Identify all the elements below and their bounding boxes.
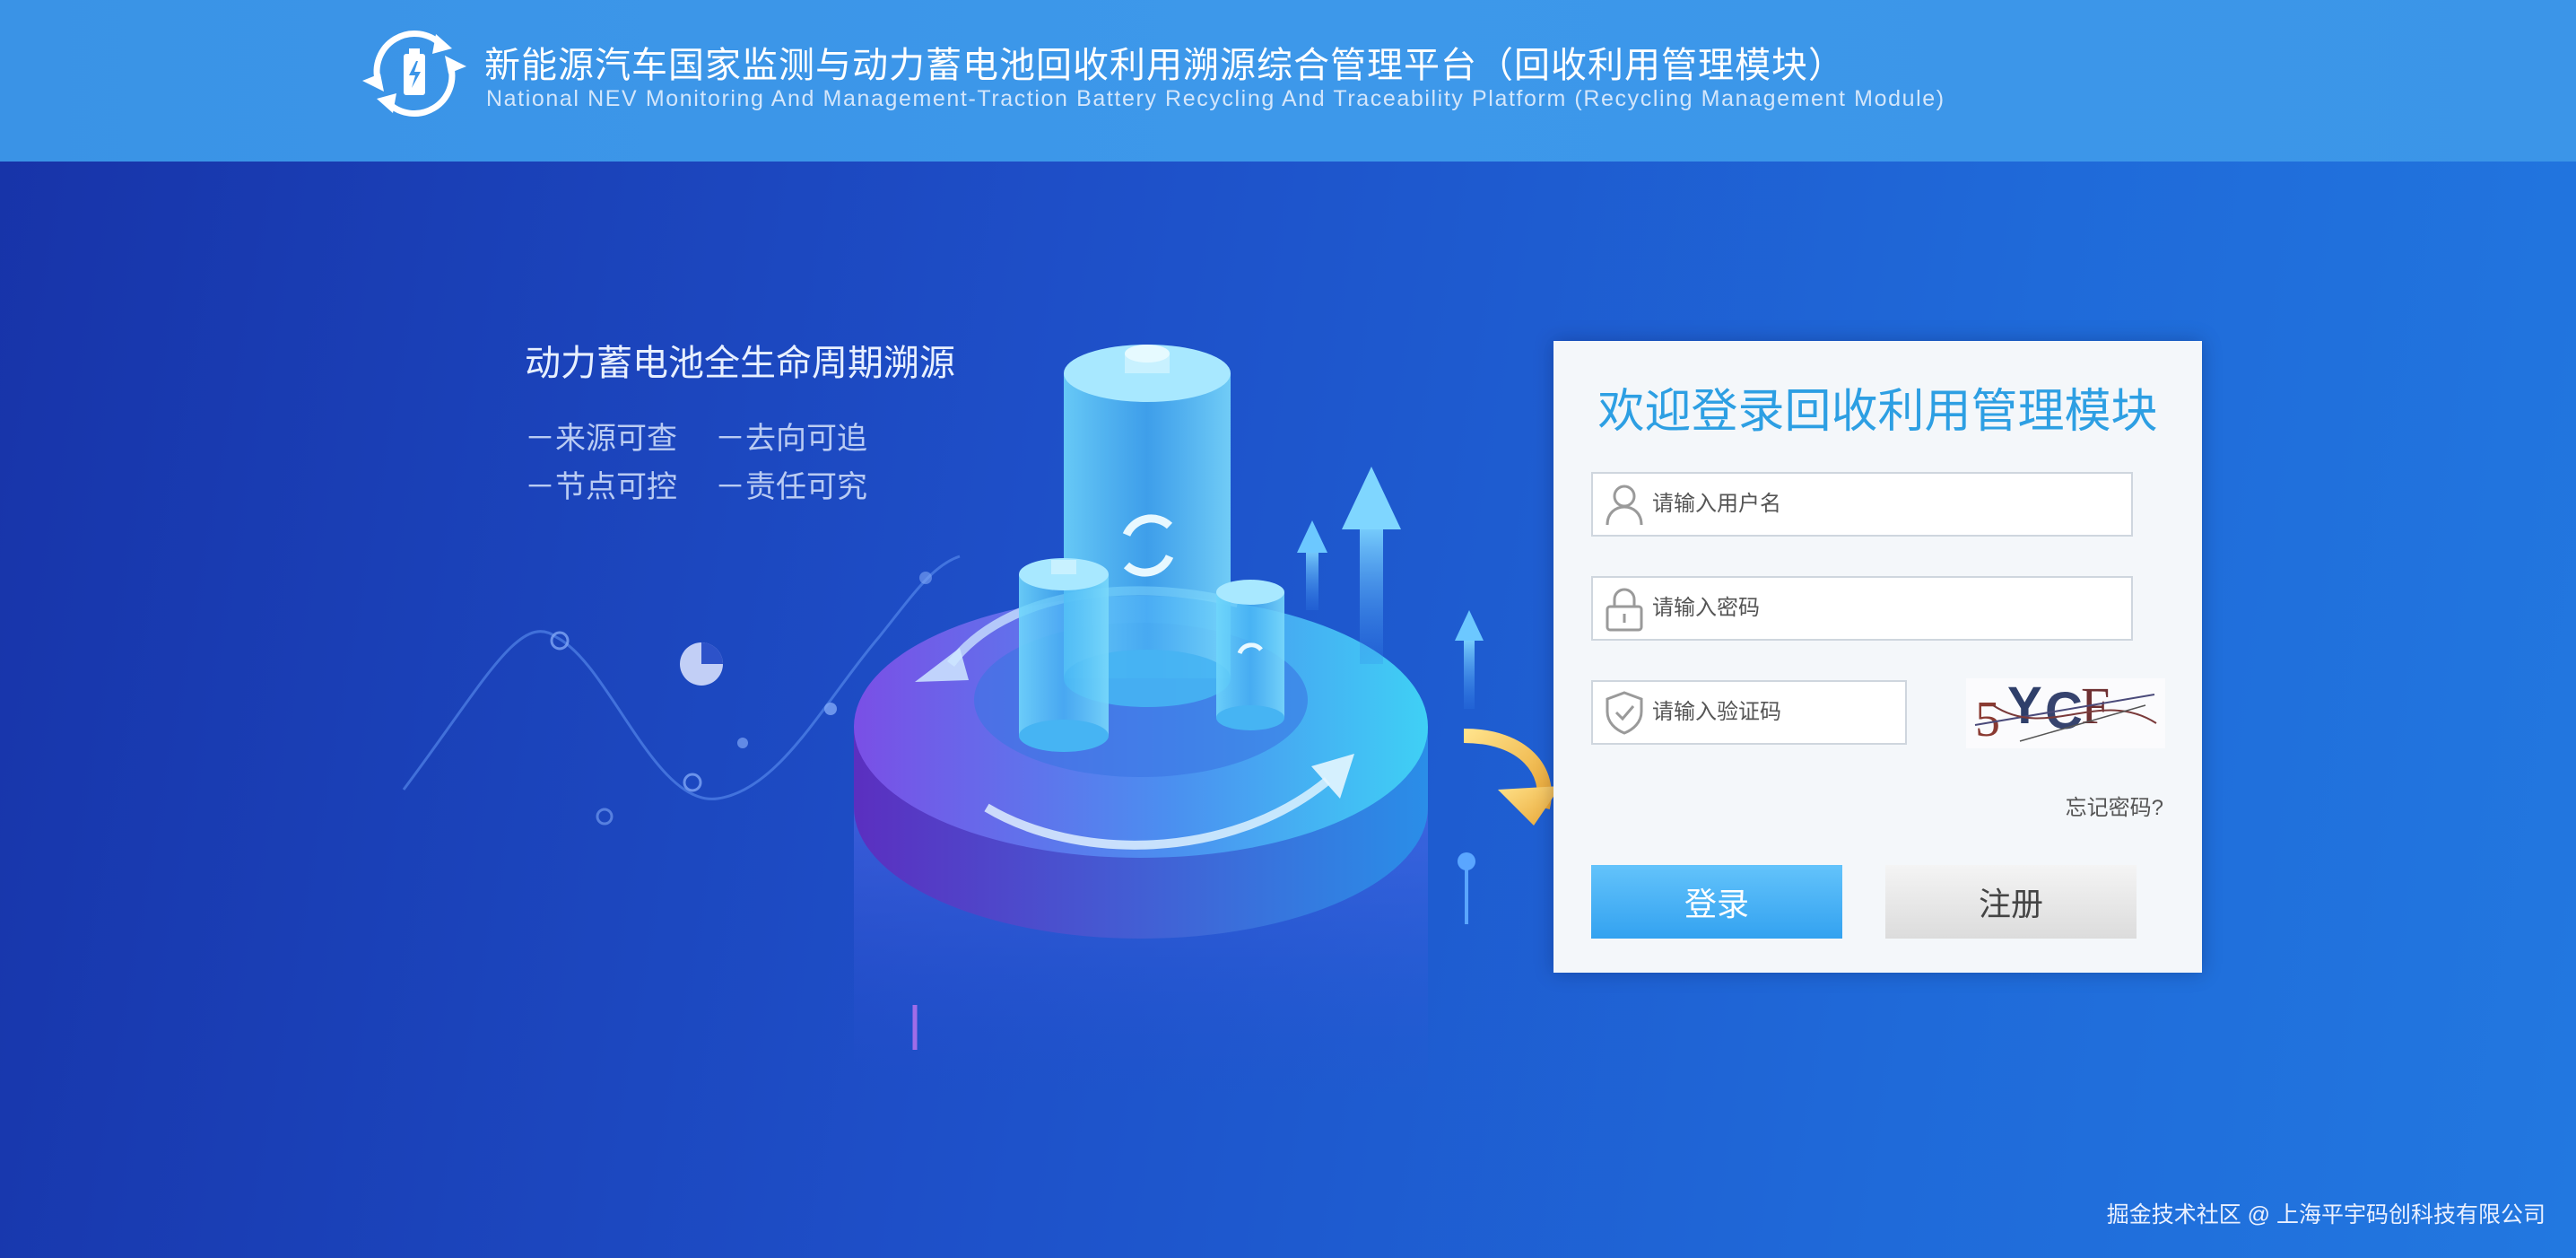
- shield-check-icon: [1600, 688, 1649, 737]
- captcha-image[interactable]: 5 Y C F: [1966, 677, 2165, 748]
- header-bar: 新能源汽车国家监测与动力蓄电池回收利用溯源综合管理平台（回收利用管理模块） Na…: [0, 0, 2576, 162]
- login-title: 欢迎登录回收利用管理模块: [1597, 386, 2158, 438]
- user-icon: [1600, 480, 1649, 529]
- login-button[interactable]: 登录: [1591, 865, 1842, 939]
- platform-title-cn: 新能源汽车国家监测与动力蓄电池回收利用溯源综合管理平台（回收利用管理模块）: [484, 46, 1845, 85]
- promo-item: －责任可究: [715, 469, 867, 504]
- captcha-char: C: [2045, 682, 2083, 740]
- captcha-char: Y: [2007, 678, 2042, 735]
- captcha-field[interactable]: [1591, 680, 1907, 745]
- password-input[interactable]: [1649, 596, 2131, 621]
- password-field[interactable]: [1591, 576, 2133, 641]
- username-field[interactable]: [1591, 472, 2133, 537]
- promo-item: －来源可查: [525, 421, 677, 456]
- captcha-input[interactable]: [1649, 700, 1905, 725]
- username-input[interactable]: [1649, 492, 2131, 517]
- platform-title-en: National NEV Monitoring And Management-T…: [486, 86, 1945, 111]
- promo-item: －去向可追: [715, 421, 867, 456]
- forgot-password-link[interactable]: 忘记密码?: [2020, 790, 2163, 821]
- lock-icon: [1600, 584, 1649, 633]
- battery-recycle-icon: [362, 31, 466, 117]
- promo-item: －节点可控: [525, 469, 677, 504]
- promo-title: 动力蓄电池全生命周期溯源: [525, 344, 955, 383]
- register-button[interactable]: 注册: [1885, 865, 2137, 939]
- captcha-char: 5: [1975, 692, 2000, 747]
- footer-watermark: 掘金技术社区 @ 上海平宇码创科技有限公司: [2106, 1202, 2546, 1227]
- promo-feature-list: －来源可查 －去向可追 －节点可控 －责任可究: [525, 411, 905, 508]
- login-card: 欢迎登录回收利用管理模块 5: [1553, 341, 2202, 973]
